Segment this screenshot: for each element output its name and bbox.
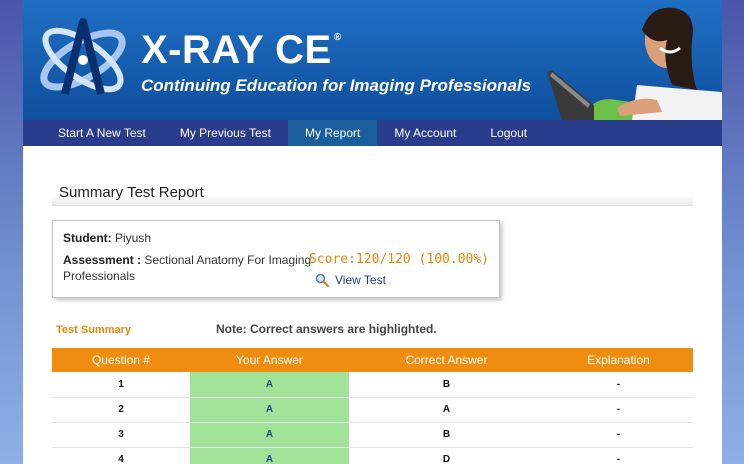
nav-start-new-test[interactable]: Start A New Test [41,120,163,146]
correct-answer: D [349,447,544,464]
table-row: 4 A D - [52,447,693,464]
report-content: Summary Test Report Student: Piyush Asse… [23,146,722,364]
your-answer: A [189,397,349,423]
your-answer: A [189,372,349,398]
person-laptop-illustration [547,7,722,120]
magnifier-icon [315,273,329,287]
nav-my-report[interactable]: My Report [287,120,378,146]
correct-answer: B [349,422,544,448]
your-answer: A [189,447,349,464]
question-number: 2 [52,397,190,423]
explanation: - [543,422,693,448]
correct-answer: A [349,397,544,423]
question-number: 4 [52,447,190,464]
col-question: Question # [52,348,190,372]
brand-tagline: Continuing Education for Imaging Profess… [141,76,532,95]
assessment-label: Assessment : [63,253,142,267]
table-row: 1 A B - [52,372,693,398]
student-name: Piyush [115,231,152,245]
question-number: 1 [52,372,190,398]
student-label: Student: [63,231,112,245]
brand-title: X-RAY CE ® [141,28,342,72]
explanation: - [543,447,693,464]
test-summary-label: Test Summary [56,324,131,336]
atom-logo-icon [40,18,126,95]
table-header-row: Question # Your Answer Correct Answer Ex… [52,348,693,372]
question-number: 3 [52,422,190,448]
col-your-answer: Your Answer [189,348,349,372]
correct-answer: B [349,372,544,398]
table-row: 2 A A - [52,397,693,423]
view-test-label[interactable]: View Test [335,273,386,287]
page: X-RAY CE ® Continuing Education for Imagi… [23,0,722,464]
score-text: Score:120/120 (100.00%) [309,252,490,267]
nav-logout[interactable]: Logout [473,120,544,146]
report-info-box: Student: Piyush Assessment : Sectional A… [52,220,500,298]
main-nav: Start A New Test My Previous Test My Rep… [23,120,722,146]
col-explanation: Explanation [543,348,693,372]
header-banner: X-RAY CE ® Continuing Education for Imagi… [23,0,722,120]
col-correct-answer: Correct Answer [349,348,544,372]
table-row: 3 A B - [52,422,693,448]
nav-my-previous-test[interactable]: My Previous Test [163,120,288,146]
page-title: Summary Test Report [52,182,693,206]
student-row: Student: Piyush [63,231,151,245]
assessment-row: Assessment : Sectional Anatomy For Imagi… [63,252,313,284]
view-test-link[interactable]: View Test [315,273,386,287]
nav-my-account[interactable]: My Account [377,120,473,146]
explanation: - [543,397,693,423]
results-table: Question # Your Answer Correct Answer Ex… [52,348,693,464]
explanation: - [543,372,693,398]
your-answer: A [189,422,349,448]
highlight-note: Note: Correct answers are highlighted. [216,322,437,336]
